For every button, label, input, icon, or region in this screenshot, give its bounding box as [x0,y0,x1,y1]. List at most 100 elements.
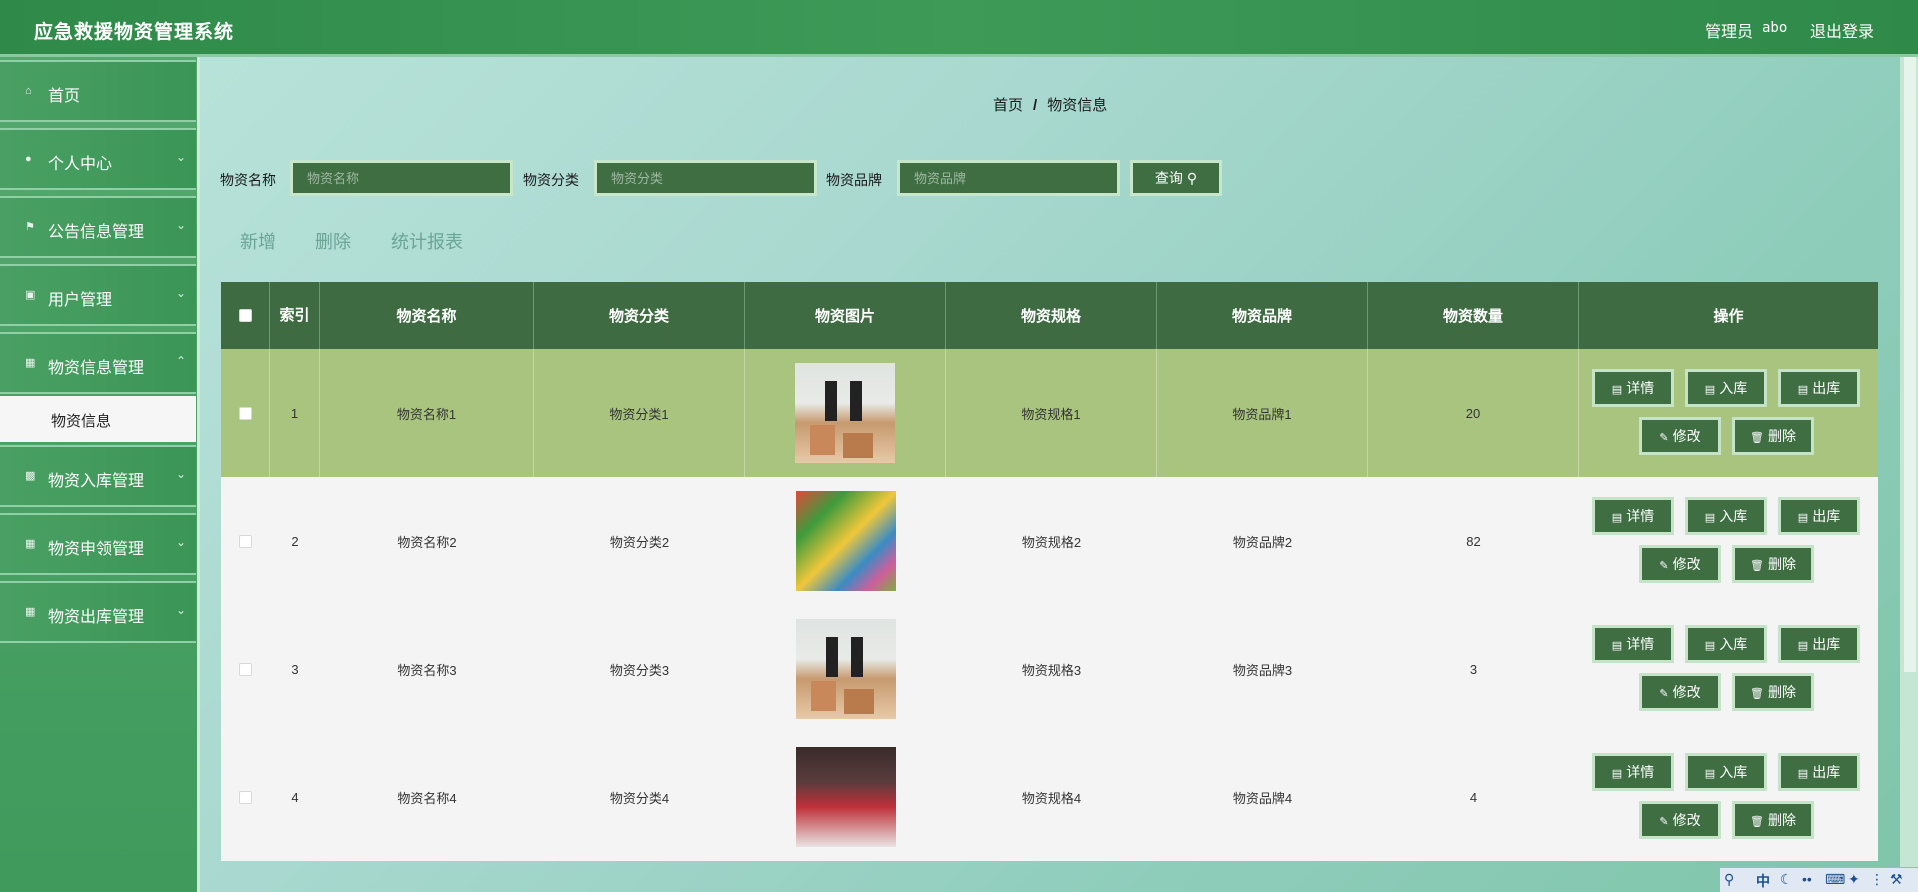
home-icon: ⌂ [25,85,32,97]
sidebar-item-request[interactable]: ▦ 物资申领管理 ⌄ [0,513,196,575]
tool-icon[interactable]: ✦ [1848,871,1860,888]
detail-button[interactable]: ▤ 详情 [1592,625,1674,663]
chevron-down-icon: ⌄ [176,286,187,300]
document-icon: ▤ [1704,768,1716,780]
edit-button[interactable]: ✎ 修改 [1639,417,1721,455]
scrollbar-thumb[interactable] [1904,57,1916,672]
table-row[interactable]: 3 物资名称3 物资分类3 物资规格3 物资品牌3 3 ▤ 详情 ▤ 入库 ▤ 出库 ✎ 修改 🗑 删除 [221,605,1878,733]
add-button[interactable]: 新增 [240,228,276,254]
sidebar-item-stock-in[interactable]: ▩ 物资入库管理 ⌄ [0,445,196,507]
delete-button-label: 删除 [1767,556,1796,572]
moon-icon[interactable]: ☾ [1780,871,1793,888]
stock-in-button[interactable]: ▤ 入库 [1685,625,1767,663]
detail-button[interactable]: ▤ 详情 [1592,753,1674,791]
table-row[interactable]: 4 物资名称4 物资分类4 物资规格4 物资品牌4 4 ▤ 详情 ▤ 入库 ▤ 出库 ✎ 修改 🗑 删除 [221,733,1878,861]
sidebar-item-users[interactable]: ▣ 用户管理 ⌄ [0,264,196,326]
material-image[interactable] [795,363,895,463]
row-checkbox[interactable] [239,790,252,804]
row-checkbox[interactable] [238,406,252,420]
delete-button-label: 删除 [1767,812,1796,828]
material-image[interactable] [795,619,896,719]
stock-out-button[interactable]: ▤ 出库 [1778,753,1860,791]
cell-index: 2 [291,533,299,549]
chevron-down-icon: ⌄ [176,218,187,232]
row-checkbox[interactable] [239,534,252,548]
report-button[interactable]: 统计报表 [391,228,463,254]
dots-icon[interactable]: ⋮ [1870,871,1884,888]
table-row[interactable]: 1 物资名称1 物资分类1 物资规格1 物资品牌1 20 ▤ 详情 ▤ 入库 ▤ 出库 ✎ 修改 🗑 删除 [221,349,1878,477]
detail-button[interactable]: ▤ 详情 [1592,497,1674,535]
wrench-icon[interactable]: ⚒ [1890,871,1903,888]
chevron-down-icon: ⌄ [176,150,187,164]
ime-lang[interactable]: 中 [1756,871,1770,891]
table-row[interactable]: 2 物资名称2 物资分类2 物资规格2 物资品牌2 82 ▤ 详情 ▤ 入库 ▤ 出库 ✎ 修改 🗑 删除 [221,477,1878,605]
ime-toolbar: ⚲ 中 ☾ •• ⌨ ✦ ⋮ ⚒ [1720,867,1918,892]
edit-button[interactable]: ✎ 修改 [1639,801,1721,839]
name-search-input[interactable] [290,160,513,196]
stock-out-button[interactable]: ▤ 出库 [1778,625,1860,663]
stock-in-button-label: 入库 [1719,636,1748,652]
batch-delete-button[interactable]: 删除 [315,228,351,254]
cell-brand: 物资品牌4 [1232,790,1293,806]
material-image[interactable] [795,491,896,591]
row-image-cell [745,349,946,477]
pencil-icon: ✎ [1659,432,1669,444]
delete-button[interactable]: 🗑 删除 [1732,801,1814,839]
cell-qty: 20 [1368,349,1579,477]
row-ops: ▤ 详情 ▤ 入库 ▤ 出库 ✎ 修改 🗑 删除 [1578,349,1878,477]
edit-button[interactable]: ✎ 修改 [1639,545,1721,583]
sidebar-item-stock-out[interactable]: ▦ 物资出库管理 ⌄ [0,581,196,643]
punctuation-icon[interactable]: •• [1802,871,1812,887]
sidebar-item-label: 物资申领管理 [48,541,145,558]
stock-in-button-label: 入库 [1719,508,1748,524]
sidebar-item-home[interactable]: ⌂ 首页 [0,60,196,122]
sidebar-item-label: 公告信息管理 [48,224,145,241]
stock-in-button[interactable]: ▤ 入库 [1685,369,1767,407]
breadcrumb: 首页 / 物资信息 [993,94,1107,115]
edit-button[interactable]: ✎ 修改 [1639,673,1721,711]
cell-brand: 物资品牌2 [1232,534,1293,550]
trash-icon: 🗑 [1750,560,1764,572]
delete-button[interactable]: 🗑 删除 [1732,545,1814,583]
chevron-down-icon: ⌄ [176,467,187,481]
edit-button-label: 修改 [1672,556,1701,572]
sidebar-subitem-material-info[interactable]: 物资信息 [0,396,196,442]
row-image-cell [745,477,946,605]
material-image[interactable] [795,747,896,847]
row-check-cell [221,733,270,861]
sidebar: ⌂ 首页 ● 个人中心 ⌄ ⚑ 公告信息管理 ⌄ ▣ 用户管理 ⌄ ▦ 物资信息… [0,57,200,892]
query-button-label: 查询 [1154,170,1183,186]
breadcrumb-separator: / [1033,97,1038,114]
sidebar-item-label: 物资入库管理 [48,473,145,490]
chevron-down-icon: ⌄ [176,535,187,549]
logout-link[interactable]: 退出登录 [1810,18,1874,42]
row-checkbox[interactable] [239,662,252,676]
delete-button[interactable]: 🗑 删除 [1732,673,1814,711]
image-icon: ▣ [25,289,36,301]
pencil-icon: ✎ [1659,560,1669,572]
cell-qty: 82 [1466,533,1481,549]
stock-in-button[interactable]: ▤ 入库 [1685,753,1767,791]
sidebar-item-material-info[interactable]: ▦ 物资信息管理 ⌃ [0,332,196,394]
stock-out-button[interactable]: ▤ 出库 [1778,369,1860,407]
detail-button[interactable]: ▤ 详情 [1592,369,1674,407]
cell-category: 物资分类1 [534,349,745,477]
keyboard-icon[interactable]: ⌨ [1825,871,1845,888]
chevron-up-icon: ⌃ [176,354,187,368]
stock-in-button[interactable]: ▤ 入库 [1685,497,1767,535]
delete-button[interactable]: 🗑 删除 [1732,417,1814,455]
header-name: 物资名称 [320,282,534,349]
sidebar-item-notice[interactable]: ⚑ 公告信息管理 ⌄ [0,196,196,258]
stock-out-button[interactable]: ▤ 出库 [1778,497,1860,535]
search-icon[interactable]: ⚲ [1724,871,1734,888]
sidebar-item-personal-center[interactable]: ● 个人中心 ⌄ [0,128,196,190]
grid-icon: ▦ [25,357,36,369]
category-search-input[interactable] [594,160,817,196]
grid-icon: ▦ [25,606,36,618]
select-all-checkbox[interactable] [238,309,252,322]
stock-in-button-label: 入库 [1719,380,1748,396]
brand-search-input[interactable] [897,160,1120,196]
sidebar-item-label: 个人中心 [48,156,113,173]
breadcrumb-home[interactable]: 首页 [993,97,1023,114]
query-button[interactable]: 查询 ⚲ [1130,160,1222,196]
